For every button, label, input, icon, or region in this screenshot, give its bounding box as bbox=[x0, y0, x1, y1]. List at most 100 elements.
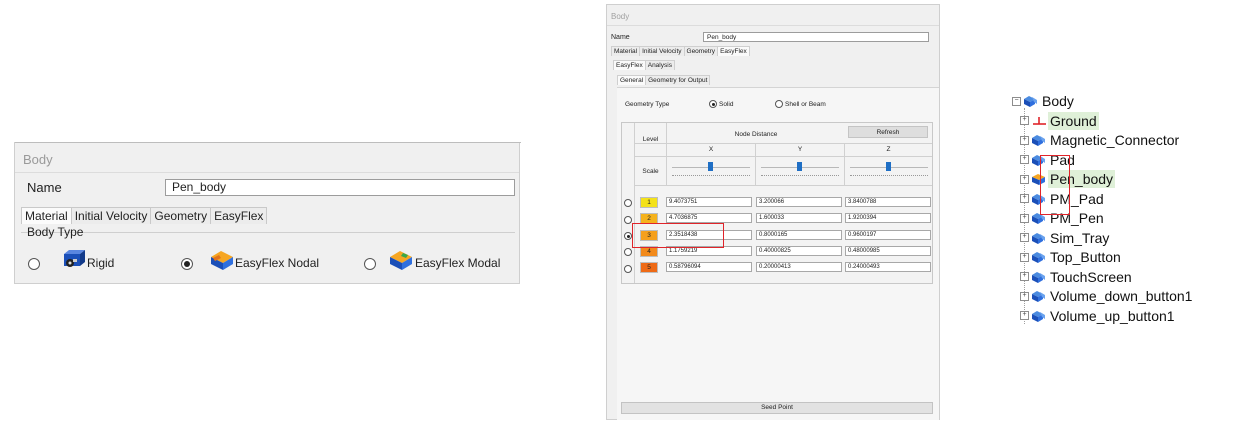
refresh-button[interactable]: Refresh bbox=[848, 126, 928, 138]
tree-item[interactable]: + Volume_up_button1 bbox=[1020, 307, 1177, 325]
table-divider bbox=[634, 185, 932, 186]
expand-icon[interactable]: + bbox=[1020, 272, 1029, 281]
tree-item-label: Volume_down_button1 bbox=[1050, 288, 1193, 304]
dialog-title: Body bbox=[23, 152, 53, 167]
z-value-cell[interactable]: 0.9600197 bbox=[845, 230, 931, 240]
y-value-cell[interactable]: 0.8000165 bbox=[756, 230, 842, 240]
rigid-body-icon bbox=[64, 250, 85, 267]
tree-item[interactable]: + Magnetic_Connector bbox=[1020, 131, 1181, 149]
seed-point-button[interactable]: Seed Point bbox=[621, 402, 933, 414]
level-row-radio[interactable] bbox=[624, 265, 632, 273]
y-value-cell[interactable]: 3.200066 bbox=[756, 197, 842, 207]
expand-icon[interactable]: + bbox=[1020, 116, 1029, 125]
z-scale-slider[interactable] bbox=[886, 162, 891, 171]
tab-analysis[interactable]: Analysis bbox=[644, 60, 675, 70]
tree-item[interactable]: + TouchScreen bbox=[1020, 268, 1134, 286]
tree-item[interactable]: + Sim_Tray bbox=[1020, 229, 1111, 247]
node-distance-header: Node Distance bbox=[734, 131, 778, 138]
expand-icon[interactable]: + bbox=[1020, 194, 1029, 203]
level-cell: 5 bbox=[640, 262, 658, 273]
property-tabs: Material Initial Velocity Geometry EasyF… bbox=[611, 46, 750, 56]
expand-icon[interactable]: + bbox=[1020, 291, 1029, 301]
x-scale-slider[interactable] bbox=[708, 162, 713, 171]
tab-general[interactable]: General bbox=[617, 75, 647, 85]
y-scale-slider[interactable] bbox=[797, 162, 802, 171]
tree-item-label: TouchScreen bbox=[1050, 268, 1132, 285]
tab-geometry[interactable]: Geometry bbox=[150, 207, 212, 224]
rigid-radio[interactable] bbox=[28, 258, 40, 270]
body-group-icon bbox=[1024, 96, 1037, 107]
body-tree: − Body + Ground + Magnetic_Connector + Pad + Pe… bbox=[1012, 92, 1238, 332]
tree-item[interactable]: + Ground bbox=[1020, 111, 1099, 130]
tab-initial-velocity[interactable]: Initial Velocity bbox=[639, 46, 685, 56]
tree-root-label: Body bbox=[1042, 93, 1074, 109]
tree-item-label: Magnetic_Connector bbox=[1050, 132, 1180, 148]
z-header: Z bbox=[886, 146, 891, 153]
scale-label: Scale bbox=[642, 168, 659, 175]
selected-level-highlight bbox=[632, 223, 724, 248]
easyflex-modal-radio[interactable] bbox=[364, 258, 376, 270]
level-row-radio[interactable] bbox=[624, 232, 632, 240]
tab-easyflex[interactable]: EasyFlex bbox=[717, 46, 750, 56]
collapse-icon[interactable]: − bbox=[1012, 96, 1021, 106]
level-row-radio[interactable] bbox=[624, 248, 632, 256]
x-value-cell[interactable]: 0.58796094 bbox=[666, 262, 752, 272]
name-input[interactable]: Pen_body bbox=[703, 32, 929, 42]
x-value-cell[interactable]: 9.4073751 bbox=[666, 197, 752, 207]
easyflex-modal-label: EasyFlex Modal bbox=[415, 256, 501, 270]
z-value-cell[interactable]: 0.48000985 bbox=[845, 246, 931, 256]
expand-icon[interactable]: + bbox=[1020, 311, 1029, 320]
expand-icon[interactable]: + bbox=[1020, 174, 1029, 184]
tree-item[interactable]: + Volume_down_button1 bbox=[1020, 287, 1194, 305]
tab-material[interactable]: Material bbox=[21, 207, 72, 224]
z-value-cell[interactable]: 3.8400788 bbox=[845, 197, 931, 207]
solid-radio[interactable] bbox=[709, 100, 717, 108]
rigid-label: Rigid bbox=[87, 256, 115, 270]
name-label: Name bbox=[27, 180, 62, 195]
body-type-label: Body Type bbox=[27, 225, 84, 239]
node-distance-table: Level Node Distance Refresh X Y Z Scale … bbox=[621, 122, 933, 284]
tree-item-label: Volume_up_button1 bbox=[1050, 307, 1175, 324]
name-input[interactable]: Pen_body bbox=[165, 179, 515, 196]
easyflex-modal-icon bbox=[390, 251, 412, 270]
y-value-cell[interactable]: 0.40000825 bbox=[756, 246, 842, 256]
body-dialog-easyflex: Body Name Pen_body Material Initial Velo… bbox=[606, 4, 940, 420]
z-slider-ticks bbox=[850, 173, 928, 176]
tab-initial-velocity[interactable]: Initial Velocity bbox=[70, 207, 152, 224]
x-slider-ticks bbox=[672, 173, 750, 176]
x-header: X bbox=[708, 146, 714, 153]
y-slider-ticks bbox=[761, 173, 839, 176]
tree-root[interactable]: − Body bbox=[1012, 92, 1076, 110]
level-row-radio[interactable] bbox=[624, 199, 632, 207]
z-value-cell[interactable]: 1.9200394 bbox=[845, 213, 931, 223]
x-value-cell[interactable]: 4.7036875 bbox=[666, 213, 752, 223]
y-value-cell[interactable]: 1.600033 bbox=[756, 213, 842, 223]
shell-or-beam-radio[interactable] bbox=[775, 100, 783, 108]
tree-item[interactable]: + Top_Button bbox=[1020, 248, 1123, 266]
expand-icon[interactable]: + bbox=[1020, 155, 1029, 164]
shell-or-beam-label: Shell or Beam bbox=[785, 101, 826, 108]
table-divider bbox=[634, 156, 932, 157]
tree-item-label: Ground bbox=[1048, 111, 1099, 130]
tab-geometry-for-output[interactable]: Geometry for Output bbox=[645, 75, 711, 85]
tab-easyflex[interactable]: EasyFlex bbox=[210, 207, 268, 224]
table-divider bbox=[634, 143, 932, 144]
tab-material[interactable]: Material bbox=[611, 46, 641, 56]
y-value-cell[interactable]: 0.20000413 bbox=[756, 262, 842, 272]
tab-geometry[interactable]: Geometry bbox=[683, 46, 719, 56]
level-row-radio[interactable] bbox=[624, 216, 632, 224]
expand-icon[interactable]: + bbox=[1020, 135, 1029, 145]
expand-icon[interactable]: + bbox=[1020, 233, 1029, 242]
z-value-cell[interactable]: 0.24000493 bbox=[845, 262, 931, 272]
geometry-type-label: Geometry Type bbox=[625, 101, 670, 108]
title-separator bbox=[15, 172, 519, 173]
property-tabs: Material Initial Velocity Geometry EasyF… bbox=[21, 207, 268, 224]
expand-icon[interactable]: + bbox=[1020, 252, 1029, 262]
easyflex-nodal-radio[interactable] bbox=[181, 258, 193, 270]
level-header: Level bbox=[642, 136, 659, 143]
name-label: Name bbox=[611, 34, 630, 41]
tab-easyflex-inner[interactable]: EasyFlex bbox=[613, 60, 646, 70]
expand-icon[interactable]: + bbox=[1020, 213, 1029, 223]
tree-item-label: Top_Button bbox=[1050, 249, 1121, 265]
solid-label: Solid bbox=[719, 101, 734, 108]
